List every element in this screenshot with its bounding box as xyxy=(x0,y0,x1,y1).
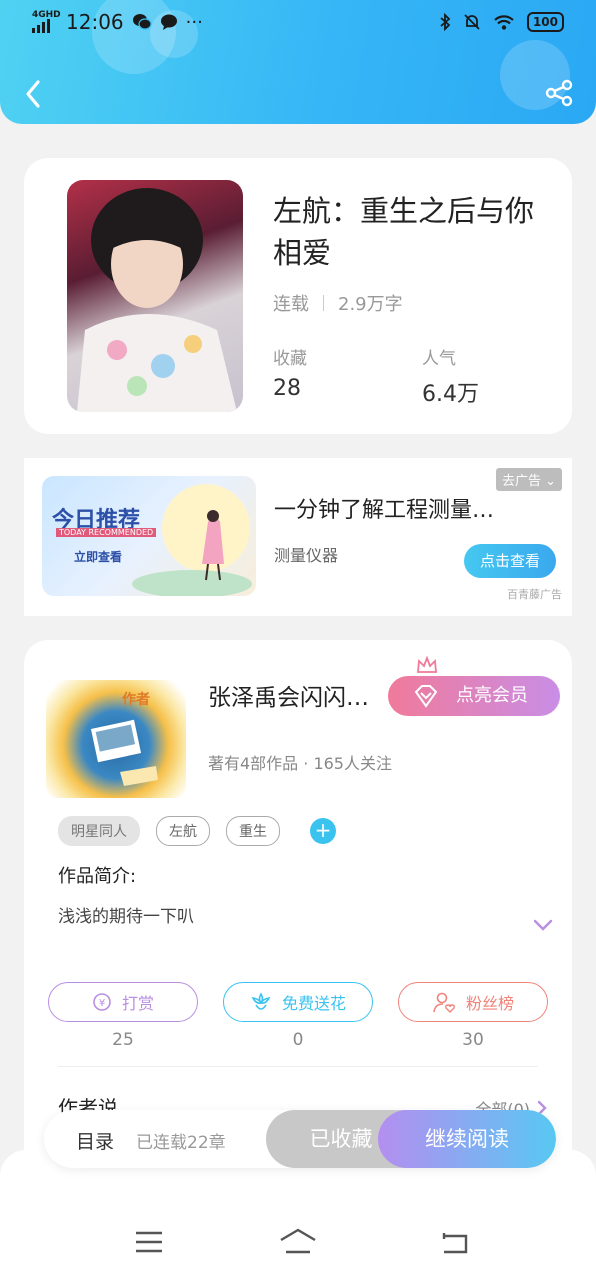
fan-count: 30 xyxy=(462,1030,484,1050)
divider xyxy=(323,295,324,311)
reward-label: 打赏 xyxy=(121,994,154,1013)
home-icon[interactable] xyxy=(278,1226,318,1256)
flower-icon xyxy=(251,992,271,1010)
wifi-icon xyxy=(494,15,514,30)
battery-icon: 100 xyxy=(526,12,564,32)
user-heart-icon xyxy=(433,992,455,1013)
reward-button[interactable]: ¥ 打赏 xyxy=(48,982,198,1022)
wechat-icon xyxy=(132,14,152,30)
message-icon xyxy=(160,14,177,30)
author-meta: 著有4部作品 · 165人关注 xyxy=(208,754,392,773)
ad-view-button[interactable]: 点击查看 xyxy=(464,544,556,578)
status-time: 12:06 xyxy=(66,10,124,34)
back-nav-icon[interactable] xyxy=(438,1230,470,1256)
ad-source: 百青藤广告 xyxy=(507,588,562,601)
header: 4GHD 12:06 ··· 100 xyxy=(0,0,596,124)
add-tag-button[interactable]: + xyxy=(310,818,336,844)
intro-label: 作品简介: xyxy=(58,866,137,887)
diamond-icon xyxy=(414,685,438,708)
ad-banner-cta: 立即查看 xyxy=(74,550,123,564)
ad-card[interactable]: 今日推荐 TODAY RECOMMENDED 立即查看 去广告 ⌄ 一分钟了解工… xyxy=(24,458,572,616)
status-bar: 4GHD 12:06 ··· 100 xyxy=(0,0,596,46)
author-name: 张泽禹会闪闪… xyxy=(208,685,369,711)
coin-icon: ¥ xyxy=(93,993,111,1011)
status-more: ··· xyxy=(185,11,203,33)
signal-icon: 4GHD xyxy=(32,11,61,33)
book-title: 左航：重生之后与你相爱 xyxy=(273,194,535,270)
fan-ranking-label: 粉丝榜 xyxy=(465,994,514,1013)
book-status: 连载 xyxy=(273,294,309,315)
tag-list: 明星同人 左航 重生 + xyxy=(58,816,336,846)
bluetooth-icon xyxy=(440,13,451,31)
system-nav-bar xyxy=(0,1150,596,1280)
continue-reading-button[interactable]: 继续阅读 xyxy=(378,1110,556,1168)
ad-title: 一分钟了解工程测量… xyxy=(274,498,495,523)
share-icon[interactable] xyxy=(544,78,574,108)
ad-subtitle: 测量仪器 xyxy=(274,546,339,565)
divider xyxy=(58,1066,538,1067)
crown-icon xyxy=(417,656,437,673)
bottom-action-bar: 目录 已连载22章 已收藏 继续阅读 xyxy=(44,1110,556,1168)
mute-icon xyxy=(464,14,480,30)
tag[interactable]: 左航 xyxy=(156,816,210,846)
popularity-value: 6.4万 xyxy=(422,382,479,407)
send-flower-label: 免费送花 xyxy=(281,994,346,1013)
vip-button-label: 点亮会员 xyxy=(456,685,528,706)
vip-button[interactable]: 点亮会员 xyxy=(388,656,560,716)
ad-banner-subtitle: TODAY RECOMMENDED xyxy=(56,528,157,537)
book-cover[interactable] xyxy=(67,180,243,412)
svg-text:¥: ¥ xyxy=(99,998,105,1009)
remove-ad-button[interactable]: 去广告 ⌄ xyxy=(495,468,562,491)
book-word-count: 2.9万字 xyxy=(338,294,403,315)
reward-count: 25 xyxy=(112,1030,134,1050)
popularity-label: 人气 xyxy=(422,349,456,369)
book-info-card: 左航：重生之后与你相爱 连载 2.9万字 收藏 28 人气 6.4万 xyxy=(24,158,572,434)
tag[interactable]: 明星同人 xyxy=(58,816,140,846)
author-avatar[interactable]: 作者 xyxy=(46,680,186,798)
chevron-down-icon[interactable] xyxy=(532,918,554,932)
menu-icon[interactable] xyxy=(134,1230,164,1254)
fan-ranking-button[interactable]: 粉丝榜 xyxy=(398,982,548,1022)
back-icon[interactable] xyxy=(22,78,46,110)
avatar-badge: 作者 xyxy=(122,691,150,708)
book-meta: 连载 2.9万字 xyxy=(273,290,403,316)
favorites-value: 28 xyxy=(273,376,301,401)
send-flower-button[interactable]: 免费送花 xyxy=(223,982,373,1022)
ad-banner-image[interactable]: 今日推荐 TODAY RECOMMENDED 立即查看 xyxy=(42,476,256,596)
flower-count: 0 xyxy=(292,1030,304,1050)
favorites-label: 收藏 xyxy=(273,349,307,369)
catalog-count: 已连载22章 xyxy=(136,1133,226,1153)
tag[interactable]: 重生 xyxy=(226,816,280,846)
intro-text: 浅浅的期待一下叭 xyxy=(58,907,194,927)
catalog-button[interactable]: 目录 xyxy=(76,1127,114,1154)
